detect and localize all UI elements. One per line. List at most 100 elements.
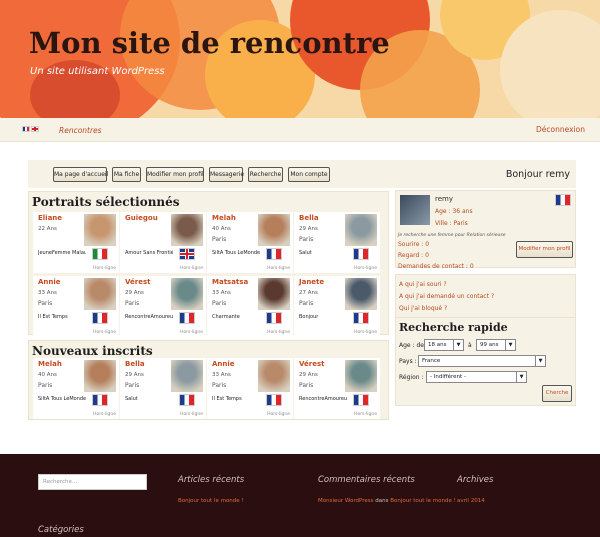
english-flag-icon[interactable] — [31, 126, 39, 132]
search-button[interactable]: Recherche — [248, 167, 283, 182]
member-photo[interactable] — [171, 278, 203, 310]
age-from-select[interactable]: 18 ans ▼ — [424, 339, 464, 351]
smiles-count[interactable]: Sourire : 0 — [398, 241, 429, 248]
online-status: Hors-ligne — [267, 330, 290, 335]
country-flag-icon — [92, 248, 108, 260]
member-card[interactable]: Matsatsa 33 Ans Paris Charmante Hors-ligne — [207, 276, 293, 337]
member-city: Paris — [212, 236, 227, 243]
recent-comment: Monsieur WordPress dans Bonjour tout le … — [318, 498, 456, 504]
french-flag-icon[interactable] — [22, 126, 30, 132]
edit-profile-button[interactable]: Modifier mon profil — [146, 167, 204, 182]
member-photo[interactable] — [84, 360, 116, 392]
comment-post-link[interactable]: Bonjour tout le monde ! — [390, 498, 456, 504]
region-select[interactable]: - Indifférent - ▼ — [426, 371, 527, 383]
profile-description: Je recherche une femme pour Relation sér… — [398, 233, 506, 238]
member-photo[interactable] — [258, 214, 290, 246]
country-flag-icon — [353, 394, 369, 406]
member-headline: Charmante — [212, 314, 240, 320]
member-photo[interactable] — [345, 214, 377, 246]
member-name[interactable]: Annie — [212, 360, 235, 368]
member-card[interactable]: Melah 40 Ans Paris SiltA Tous LeMonde Hors-l… — [207, 212, 293, 273]
site-header: Mon site de rencontre Un site utilisant … — [0, 0, 600, 118]
country-flag-icon — [266, 312, 282, 324]
online-status: Hors-ligne — [354, 330, 377, 335]
profile-age: Age : 36 ans — [435, 208, 473, 215]
contact-requests-count[interactable]: Demandes de contact : 0 — [398, 263, 474, 270]
looks-count[interactable]: Regard : 0 — [398, 252, 429, 259]
member-name[interactable]: Melah — [212, 214, 236, 222]
profile-flag-icon — [555, 194, 571, 206]
member-photo[interactable] — [258, 278, 290, 310]
member-card[interactable]: Eliane 22 Ans JeuneFemme Malaucha Aix Hors-… — [33, 212, 119, 273]
quick-search-submit[interactable]: Cherche — [542, 385, 572, 402]
profile-summary: remy Age : 36 ans Ville : Paris Je reche… — [395, 190, 576, 270]
member-photo[interactable] — [171, 360, 203, 392]
language-switcher[interactable] — [22, 126, 39, 132]
contact-requested-link[interactable]: A qui j'ai demandé un contact ? — [399, 293, 494, 300]
portraits-panel: Portraits sélectionnés Eliane 22 Ans Jeune… — [28, 191, 389, 337]
smiled-at-link[interactable]: A qui j'ai souri ? — [399, 281, 447, 288]
my-account-button[interactable]: Mon compte — [288, 167, 330, 182]
country-select[interactable]: France ▼ — [418, 355, 546, 367]
member-headline: SiltA Tous LeMonde — [212, 250, 260, 256]
archives-heading: Archives — [457, 475, 494, 485]
edit-profile-sidebar-button[interactable]: Modifier mon profil — [516, 241, 573, 258]
member-card[interactable]: Vérest 29 Ans Paris RencontreAmoureuse Hors-… — [120, 276, 206, 337]
nav-link-rencontres[interactable]: Rencontres — [59, 126, 102, 135]
my-profile-button[interactable]: Ma fiche — [112, 167, 141, 182]
online-status: Hors-ligne — [180, 266, 203, 271]
member-photo[interactable] — [345, 278, 377, 310]
member-photo[interactable] — [171, 214, 203, 246]
member-card[interactable]: Guiegou Amour Sans Frontière Hors-ligne — [120, 212, 206, 273]
member-city: Paris — [125, 300, 140, 307]
profile-avatar[interactable] — [400, 195, 430, 225]
member-name[interactable]: Bella — [125, 360, 145, 368]
member-card[interactable]: Janete 27 Ans Paris Bonjour Hors-ligne — [294, 276, 380, 337]
member-photo[interactable] — [345, 360, 377, 392]
member-age: 29 Ans — [299, 372, 318, 378]
online-status: Hors-ligne — [180, 412, 203, 417]
home-page-button[interactable]: Ma page d'accueil — [53, 167, 108, 182]
member-name[interactable]: Vérest — [125, 278, 151, 286]
recent-article-link[interactable]: Bonjour tout le monde ! — [178, 498, 244, 504]
profile-city: Ville : Paris — [435, 220, 468, 227]
member-name[interactable]: Melah — [38, 360, 62, 368]
member-name[interactable]: Vérest — [299, 360, 325, 368]
blocked-link[interactable]: Qui j'ai bloqué ? — [399, 305, 447, 312]
country-flag-icon — [353, 248, 369, 260]
country-flag-icon — [266, 394, 282, 406]
messages-button[interactable]: Messagerie — [209, 167, 244, 182]
member-age: 29 Ans — [125, 372, 144, 378]
member-card[interactable]: Annie 33 Ans Paris Il Est Temps Hors-ligne — [207, 358, 293, 419]
comment-author-link[interactable]: Monsieur WordPress — [318, 498, 373, 504]
member-photo[interactable] — [84, 214, 116, 246]
member-photo[interactable] — [84, 278, 116, 310]
member-card[interactable]: Melah 40 Ans Paris SiltA Tous LeMonde Hors-l… — [33, 358, 119, 419]
member-name[interactable]: Eliane — [38, 214, 62, 222]
site-title[interactable]: Mon site de rencontre — [29, 26, 390, 60]
member-card[interactable]: Annie 33 Ans Paris Il Est Temps Hors-ligne — [33, 276, 119, 337]
member-headline: RencontreAmoureuse — [125, 314, 173, 320]
member-name[interactable]: Bella — [299, 214, 319, 222]
member-name[interactable]: Annie — [38, 278, 61, 286]
archive-link[interactable]: avril 2014 — [457, 498, 485, 504]
member-name[interactable]: Guiegou — [125, 214, 158, 222]
member-headline: Salut — [299, 250, 312, 256]
member-name[interactable]: Janete — [299, 278, 324, 286]
site-tagline: Un site utilisant WordPress — [30, 66, 165, 77]
member-headline: JeuneFemme Malaucha Aix — [38, 250, 86, 256]
logout-link[interactable]: Déconnexion — [536, 125, 585, 134]
member-card[interactable]: Vérest 29 Ans Paris RencontreAmoureuse Hors-… — [294, 358, 380, 419]
chevron-down-icon: ▼ — [535, 356, 545, 366]
member-card[interactable]: Bella 29 Ans Paris Salut Hors-ligne — [120, 358, 206, 419]
member-card[interactable]: Bella 29 Ans Paris Salut Hors-ligne — [294, 212, 380, 273]
member-age: 40 Ans — [212, 226, 231, 232]
age-to-value: 99 ans — [480, 342, 499, 348]
region-value: - Indifférent - — [430, 374, 466, 380]
country-flag-icon — [266, 248, 282, 260]
age-to-select[interactable]: 99 ans ▼ — [476, 339, 516, 351]
online-status: Hors-ligne — [354, 412, 377, 417]
member-photo[interactable] — [258, 360, 290, 392]
member-name[interactable]: Matsatsa — [212, 278, 248, 286]
footer-search-input[interactable]: Recherche... — [38, 474, 147, 490]
